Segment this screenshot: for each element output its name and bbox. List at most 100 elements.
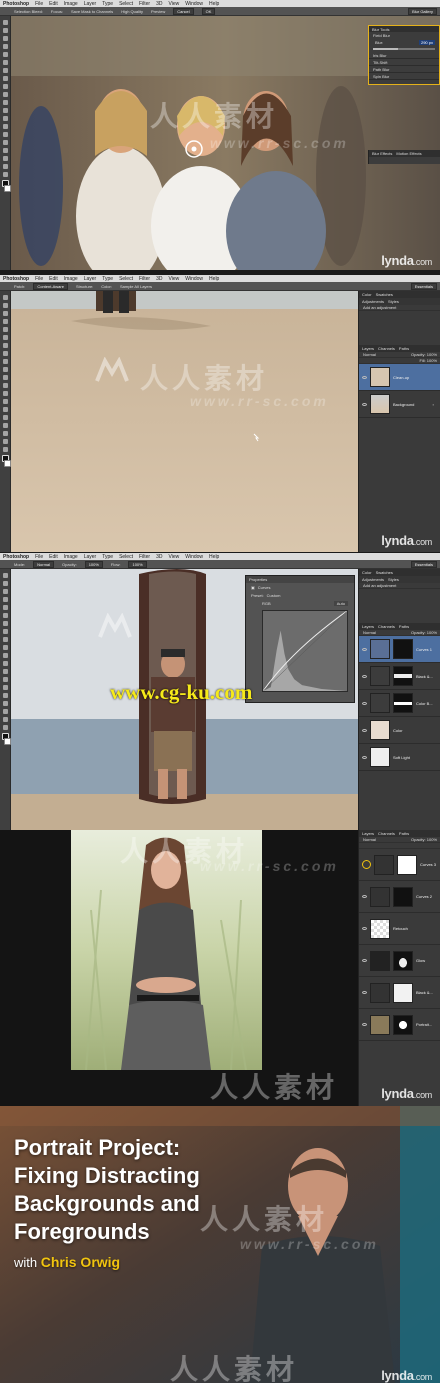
curves-graph[interactable]	[262, 610, 348, 692]
menu-window[interactable]: Window	[185, 276, 203, 282]
menu-edit[interactable]: Edit	[49, 554, 58, 560]
visibility-eye-icon[interactable]	[362, 860, 371, 869]
menu-type[interactable]: Type	[102, 276, 113, 282]
pen-tool-icon[interactable]	[2, 132, 8, 137]
stamp-tool-icon[interactable]	[2, 637, 8, 642]
eyedropper-tool-icon[interactable]	[2, 335, 8, 340]
zoom-tool-icon[interactable]	[2, 172, 8, 177]
menu-image[interactable]: Image	[64, 1, 78, 7]
zoom-tool-icon[interactable]	[2, 725, 8, 730]
app-menu[interactable]: Photoshop	[3, 1, 29, 7]
crop-tool-icon[interactable]	[2, 52, 8, 57]
gradient-tool-icon[interactable]	[2, 383, 8, 388]
quick-select-tool-icon[interactable]	[2, 597, 8, 602]
layer-row[interactable]: Background ▪	[359, 391, 440, 418]
menu-view[interactable]: View	[169, 276, 180, 282]
healing-tool-icon[interactable]	[2, 68, 8, 73]
menu-3d[interactable]: 3D	[156, 554, 162, 560]
blend-mode-select[interactable]: Normal	[363, 837, 376, 842]
pen-tool-icon[interactable]	[2, 407, 8, 412]
menu-window[interactable]: Window	[185, 554, 203, 560]
type-tool-icon[interactable]	[2, 140, 8, 145]
patch-mode-select[interactable]: Content-Aware	[33, 282, 68, 290]
marquee-tool-icon[interactable]	[2, 303, 8, 308]
stamp-tool-icon[interactable]	[2, 359, 8, 364]
layer-row[interactable]: Color B...	[359, 690, 440, 717]
tab-styles[interactable]: Styles	[388, 577, 399, 582]
shape-tool-icon[interactable]	[2, 431, 8, 436]
tab-channels[interactable]: Channels	[378, 346, 395, 351]
type-tool-icon[interactable]	[2, 415, 8, 420]
visibility-eye-icon[interactable]	[362, 728, 367, 732]
menu-select[interactable]: Select	[119, 276, 133, 282]
tab-swatches[interactable]: Swatches	[376, 570, 393, 575]
menu-filter[interactable]: Filter	[139, 1, 150, 7]
layer-row[interactable]: Retouch	[359, 913, 440, 945]
gradient-tool-icon[interactable]	[2, 661, 8, 666]
menu-edit[interactable]: Edit	[49, 276, 58, 282]
layer-row[interactable]: Curves 2	[359, 881, 440, 913]
hand-tool-icon[interactable]	[2, 164, 8, 169]
field-blur-item[interactable]: Field Blur	[369, 32, 439, 39]
path-select-icon[interactable]	[2, 423, 8, 428]
brush-tool-icon[interactable]	[2, 76, 8, 81]
eyedropper-tool-icon[interactable]	[2, 60, 8, 65]
tab-paths[interactable]: Paths	[399, 346, 409, 351]
tab-styles[interactable]: Styles	[388, 299, 399, 304]
tab-adjustments[interactable]: Adjustments	[362, 299, 384, 304]
opacity-field[interactable]: Opacity: 100%	[411, 352, 437, 357]
crop-tool-icon[interactable]	[2, 605, 8, 610]
menu-help[interactable]: Help	[209, 276, 219, 282]
menu-image[interactable]: Image	[64, 554, 78, 560]
layer-row[interactable]: Soft Light	[359, 744, 440, 771]
channel-select[interactable]: RGB	[262, 601, 271, 606]
menu-image[interactable]: Image	[64, 276, 78, 282]
healing-tool-icon[interactable]	[2, 621, 8, 626]
move-tool-icon[interactable]	[2, 573, 8, 578]
menu-layer[interactable]: Layer	[84, 554, 97, 560]
menu-help[interactable]: Help	[209, 1, 219, 7]
workspace-switcher[interactable]: Blur Gallery	[408, 7, 437, 15]
marquee-tool-icon[interactable]	[2, 581, 8, 586]
ok-button[interactable]: OK	[201, 7, 216, 15]
menu-select[interactable]: Select	[119, 1, 133, 7]
tab-blur-effects[interactable]: Blur Effects	[372, 151, 392, 156]
opacity-field[interactable]: Opacity: 100%	[411, 630, 437, 635]
tab-layers[interactable]: Layers	[362, 346, 374, 351]
preset-select[interactable]: Custom	[267, 593, 281, 598]
visibility-eye-icon[interactable]	[362, 701, 367, 705]
pen-tool-icon[interactable]	[2, 685, 8, 690]
visibility-eye-icon[interactable]	[362, 755, 367, 759]
tab-paths[interactable]: Paths	[399, 831, 409, 836]
layer-row[interactable]: Curves 1	[359, 636, 440, 663]
save-mask-checkbox[interactable]: Save Mask to Channels	[71, 9, 113, 14]
eraser-tool-icon[interactable]	[2, 653, 8, 658]
menu-window[interactable]: Window	[185, 1, 203, 7]
shape-tool-icon[interactable]	[2, 709, 8, 714]
layer-row[interactable]: Black &...	[359, 663, 440, 690]
opacity-input[interactable]: 100%	[84, 560, 103, 568]
history-brush-icon[interactable]	[2, 92, 8, 97]
dodge-tool-icon[interactable]	[2, 677, 8, 682]
workspace-switcher[interactable]: Essentials	[410, 282, 437, 290]
layer-row[interactable]: Curves 3	[359, 849, 440, 881]
tab-color[interactable]: Color	[362, 570, 372, 575]
menu-3d[interactable]: 3D	[156, 276, 162, 282]
history-brush-icon[interactable]	[2, 367, 8, 372]
menu-filter[interactable]: Filter	[139, 276, 150, 282]
menu-file[interactable]: File	[35, 276, 43, 282]
menu-edit[interactable]: Edit	[49, 1, 58, 7]
move-tool-icon[interactable]	[2, 20, 8, 25]
workspace-switcher[interactable]: Essentials	[410, 560, 437, 568]
tab-color[interactable]: Color	[362, 292, 372, 297]
eraser-tool-icon[interactable]	[2, 375, 8, 380]
preview-checkbox[interactable]: Preview	[151, 9, 165, 14]
hand-tool-icon[interactable]	[2, 717, 8, 722]
visibility-eye-icon[interactable]	[362, 991, 367, 994]
blur-tool-icon[interactable]	[2, 391, 8, 396]
crop-tool-icon[interactable]	[2, 327, 8, 332]
tab-paths[interactable]: Paths	[399, 624, 409, 629]
tab-layers[interactable]: Layers	[362, 831, 374, 836]
spin-blur-item[interactable]: Spin Blur	[369, 73, 439, 80]
eyedropper-tool-icon[interactable]	[2, 613, 8, 618]
